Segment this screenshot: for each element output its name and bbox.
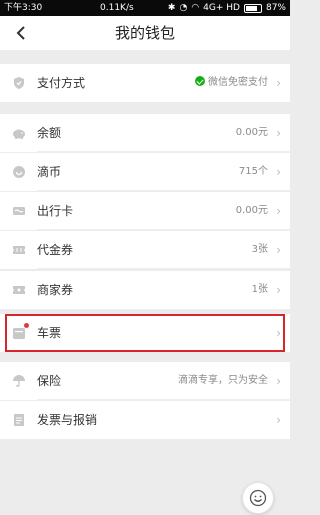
coin-icon [13,166,25,178]
coupon-icon [13,286,25,294]
voucher-icon [13,246,25,254]
invoice-icon [14,414,24,426]
merchant-coupon-row[interactable]: 商家券 1张 › [0,271,290,309]
chevron-right-icon: › [276,374,281,388]
battery-icon [243,3,262,13]
chevron-right-icon: › [276,283,281,297]
divider [37,151,290,152]
notification-dot [24,323,29,328]
balance-label: 余额 [37,126,62,140]
status-bar: 下午3:30 0.11K/s ✱ ◔ ◠ 4G+ HD 87% [0,0,290,16]
payment-method-value: 微信免密支付 [195,64,268,102]
merchant-coupon-value: 1张 [251,284,268,295]
status-indicators: ✱ ◔ ◠ 4G+ HD 87% [168,0,286,16]
payment-method-row[interactable]: 支付方式 微信免密支付 › [0,64,290,102]
status-time: 下午3:30 [4,3,43,13]
chevron-right-icon: › [276,76,281,90]
status-network-type: 4G+ HD [203,3,240,13]
piggy-bank-icon [13,129,25,139]
alarm-icon: ◔ [179,3,188,13]
smiley-icon [249,489,267,507]
merchant-coupon-label: 商家券 [37,283,74,297]
chevron-right-icon: › [276,165,281,179]
chevron-right-icon: › [276,204,281,218]
umbrella-icon [13,375,25,387]
invoice-row[interactable]: 发票与报销 › [0,401,290,439]
travel-card-row[interactable]: 出行卡 0.00元 › [0,192,290,230]
divider [37,399,290,400]
bluetooth-icon: ✱ [167,3,176,13]
ticket-row[interactable]: 车票 › [0,314,290,352]
travel-card-label: 出行卡 [37,204,74,218]
insurance-label: 保险 [37,374,62,388]
page-title: 我的钱包 [114,24,175,42]
wifi-icon: ◠ [191,3,200,13]
didi-coin-value: 715个 [238,166,268,177]
divider [37,190,290,191]
nav-bar: 我的钱包 [0,16,290,50]
card-icon [13,207,25,215]
shield-icon [14,77,24,89]
didi-coin-label: 滴币 [37,165,62,179]
payment-method-value-text: 微信免密支付 [208,77,268,88]
chevron-right-icon: › [276,126,281,140]
travel-card-value: 0.00元 [235,205,268,216]
invoice-label: 发票与报销 [37,413,98,427]
chevron-right-icon: › [276,413,281,427]
divider [37,229,290,230]
ticket-label: 车票 [37,326,62,340]
balance-value: 0.00元 [235,127,268,138]
voucher-row[interactable]: 代金券 3张 › [0,231,290,269]
didi-coin-row[interactable]: 滴币 715个 › [0,153,290,191]
divider [37,268,290,269]
voucher-value: 3张 [251,244,268,255]
status-network-speed: 0.11K/s [100,3,134,13]
customer-service-button[interactable] [242,482,274,514]
status-battery: 87% [265,3,286,13]
ticket-icon [13,328,25,339]
chevron-right-icon: › [276,326,281,340]
voucher-label: 代金券 [37,243,74,257]
balance-row[interactable]: 余额 0.00元 › [0,114,290,152]
chevron-right-icon: › [276,243,281,257]
insurance-row[interactable]: 保险 滴滴专享，只为安全 › [0,362,290,400]
payment-method-label: 支付方式 [37,76,86,90]
wechat-icon [195,76,205,86]
insurance-value: 滴滴专享，只为安全 [178,375,268,386]
